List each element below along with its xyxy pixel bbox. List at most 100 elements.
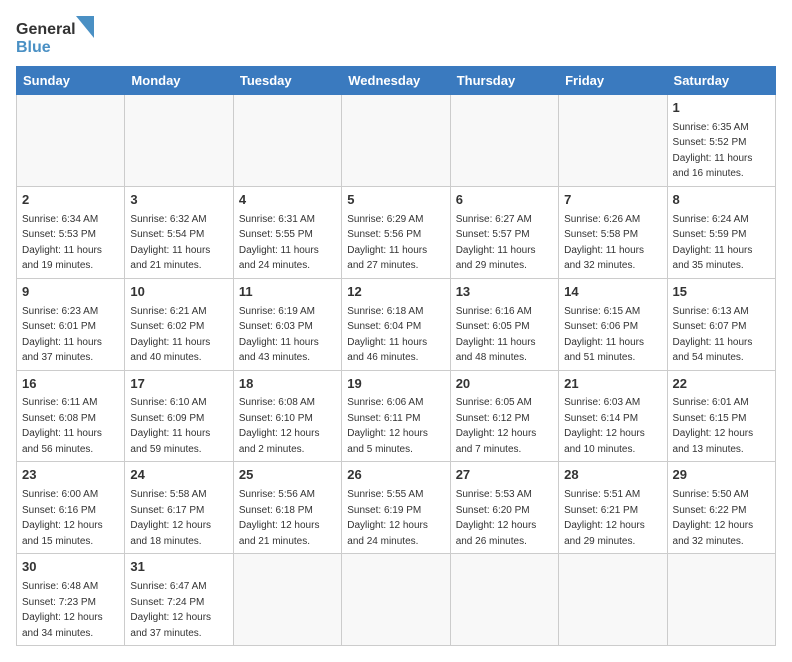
day-number: 14 (564, 283, 661, 302)
calendar-cell (125, 95, 233, 187)
logo: GeneralBlue (16, 16, 96, 56)
day-number: 29 (673, 466, 770, 485)
day-info: Sunrise: 6:26 AM Sunset: 5:58 PM Dayligh… (564, 214, 644, 272)
calendar-week-5: 23 Sunrise: 6:00 AM Sunset: 6:16 PM Dayli… (17, 462, 776, 554)
day-info: Sunrise: 6:10 AM Sunset: 6:09 PM Dayligh… (130, 397, 210, 455)
calendar-week-4: 16 Sunrise: 6:11 AM Sunset: 6:08 PM Dayli… (17, 370, 776, 462)
day-info: Sunrise: 6:00 AM Sunset: 6:16 PM Dayligh… (22, 489, 103, 547)
day-number: 21 (564, 375, 661, 394)
day-info: Sunrise: 5:51 AM Sunset: 6:21 PM Dayligh… (564, 489, 645, 547)
day-header-friday: Friday (559, 67, 667, 95)
day-info: Sunrise: 5:53 AM Sunset: 6:20 PM Dayligh… (456, 489, 537, 547)
calendar-cell: 17 Sunrise: 6:10 AM Sunset: 6:09 PM Dayli… (125, 370, 233, 462)
day-number: 6 (456, 191, 553, 210)
day-info: Sunrise: 6:18 AM Sunset: 6:04 PM Dayligh… (347, 306, 427, 364)
calendar-cell: 27Sunrise: 5:53 AM Sunset: 6:20 PM Dayli… (450, 462, 558, 554)
day-info: Sunrise: 6:03 AM Sunset: 6:14 PM Dayligh… (564, 397, 645, 455)
day-number: 3 (130, 191, 227, 210)
day-info: Sunrise: 5:58 AM Sunset: 6:17 PM Dayligh… (130, 489, 211, 547)
day-number: 25 (239, 466, 336, 485)
calendar-cell: 18Sunrise: 6:08 AM Sunset: 6:10 PM Dayli… (233, 370, 341, 462)
day-number: 2 (22, 191, 119, 210)
day-number: 9 (22, 283, 119, 302)
day-number: 17 (130, 375, 227, 394)
page-header: GeneralBlue (16, 16, 776, 56)
day-number: 11 (239, 283, 336, 302)
day-info: Sunrise: 5:56 AM Sunset: 6:18 PM Dayligh… (239, 489, 320, 547)
calendar-week-3: 9Sunrise: 6:23 AM Sunset: 6:01 PM Daylig… (17, 278, 776, 370)
day-info: Sunrise: 6:31 AM Sunset: 5:55 PM Dayligh… (239, 214, 319, 272)
day-info: Sunrise: 6:32 AM Sunset: 5:54 PM Dayligh… (130, 214, 210, 272)
calendar-table: SundayMondayTuesdayWednesdayThursdayFrid… (16, 66, 776, 646)
day-info: Sunrise: 6:21 AM Sunset: 6:02 PM Dayligh… (130, 306, 210, 364)
calendar-cell (559, 95, 667, 187)
calendar-cell (17, 95, 125, 187)
day-header-sunday: Sunday (17, 67, 125, 95)
calendar-cell: 19 Sunrise: 6:06 AM Sunset: 6:11 PM Dayli… (342, 370, 450, 462)
calendar-cell: 30 Sunrise: 6:48 AM Sunset: 7:23 PM Dayli… (17, 554, 125, 646)
calendar-cell (342, 554, 450, 646)
day-number: 8 (673, 191, 770, 210)
calendar-cell (559, 554, 667, 646)
day-header-monday: Monday (125, 67, 233, 95)
day-number: 18 (239, 375, 336, 394)
day-number: 20 (456, 375, 553, 394)
day-info: Sunrise: 6:06 AM Sunset: 6:11 PM Dayligh… (347, 397, 428, 455)
calendar-cell: 2 Sunrise: 6:34 AM Sunset: 5:53 PM Daylig… (17, 186, 125, 278)
svg-text:General: General (16, 21, 76, 38)
day-number: 31 (130, 558, 227, 577)
day-number: 16 (22, 375, 119, 394)
day-info: Sunrise: 6:24 AM Sunset: 5:59 PM Dayligh… (673, 214, 753, 272)
day-number: 30 (22, 558, 119, 577)
day-info: Sunrise: 6:05 AM Sunset: 6:12 PM Dayligh… (456, 397, 537, 455)
calendar-cell: 8 Sunrise: 6:24 AM Sunset: 5:59 PM Daylig… (667, 186, 775, 278)
day-number: 15 (673, 283, 770, 302)
day-number: 13 (456, 283, 553, 302)
calendar-cell: 28 Sunrise: 5:51 AM Sunset: 6:21 PM Dayli… (559, 462, 667, 554)
day-info: Sunrise: 6:47 AM Sunset: 7:24 PM Dayligh… (130, 581, 211, 639)
calendar-cell: 23 Sunrise: 6:00 AM Sunset: 6:16 PM Dayli… (17, 462, 125, 554)
day-number: 1 (673, 99, 770, 118)
day-info: Sunrise: 6:34 AM Sunset: 5:53 PM Dayligh… (22, 214, 102, 272)
day-info: Sunrise: 6:48 AM Sunset: 7:23 PM Dayligh… (22, 581, 103, 639)
calendar-cell: 6Sunrise: 6:27 AM Sunset: 5:57 PM Daylig… (450, 186, 558, 278)
calendar-cell: 1 Sunrise: 6:35 AM Sunset: 5:52 PM Daylig… (667, 95, 775, 187)
day-number: 7 (564, 191, 661, 210)
day-number: 12 (347, 283, 444, 302)
day-number: 26 (347, 466, 444, 485)
calendar-cell: 24Sunrise: 5:58 AM Sunset: 6:17 PM Dayli… (125, 462, 233, 554)
day-info: Sunrise: 6:15 AM Sunset: 6:06 PM Dayligh… (564, 306, 644, 364)
calendar-cell: 29 Sunrise: 5:50 AM Sunset: 6:22 PM Dayli… (667, 462, 775, 554)
calendar-cell: 14 Sunrise: 6:15 AM Sunset: 6:06 PM Dayli… (559, 278, 667, 370)
calendar-cell: 4Sunrise: 6:31 AM Sunset: 5:55 PM Daylig… (233, 186, 341, 278)
day-info: Sunrise: 6:16 AM Sunset: 6:05 PM Dayligh… (456, 306, 536, 364)
calendar-header-row: SundayMondayTuesdayWednesdayThursdayFrid… (17, 67, 776, 95)
svg-text:Blue: Blue (16, 39, 51, 56)
day-number: 10 (130, 283, 227, 302)
day-number: 5 (347, 191, 444, 210)
day-number: 22 (673, 375, 770, 394)
calendar-cell (450, 554, 558, 646)
calendar-cell: 31 Sunrise: 6:47 AM Sunset: 7:24 PM Dayli… (125, 554, 233, 646)
calendar-cell (667, 554, 775, 646)
day-info: Sunrise: 6:13 AM Sunset: 6:07 PM Dayligh… (673, 306, 753, 364)
calendar-cell (233, 95, 341, 187)
day-info: Sunrise: 6:19 AM Sunset: 6:03 PM Dayligh… (239, 306, 319, 364)
calendar-cell: 9Sunrise: 6:23 AM Sunset: 6:01 PM Daylig… (17, 278, 125, 370)
day-number: 19 (347, 375, 444, 394)
logo-svg: GeneralBlue (16, 16, 96, 56)
calendar-cell: 22Sunrise: 6:01 AM Sunset: 6:15 PM Dayli… (667, 370, 775, 462)
day-header-saturday: Saturday (667, 67, 775, 95)
day-number: 23 (22, 466, 119, 485)
day-info: Sunrise: 6:29 AM Sunset: 5:56 PM Dayligh… (347, 214, 427, 272)
day-info: Sunrise: 6:35 AM Sunset: 5:52 PM Dayligh… (673, 122, 753, 180)
day-info: Sunrise: 5:50 AM Sunset: 6:22 PM Dayligh… (673, 489, 754, 547)
calendar-cell: 3 Sunrise: 6:32 AM Sunset: 5:54 PM Daylig… (125, 186, 233, 278)
day-info: Sunrise: 6:11 AM Sunset: 6:08 PM Dayligh… (22, 397, 102, 455)
calendar-week-2: 2 Sunrise: 6:34 AM Sunset: 5:53 PM Daylig… (17, 186, 776, 278)
calendar-week-1: 1 Sunrise: 6:35 AM Sunset: 5:52 PM Daylig… (17, 95, 776, 187)
calendar-cell: 5 Sunrise: 6:29 AM Sunset: 5:56 PM Daylig… (342, 186, 450, 278)
calendar-cell: 15 Sunrise: 6:13 AM Sunset: 6:07 PM Dayli… (667, 278, 775, 370)
calendar-cell (342, 95, 450, 187)
day-number: 28 (564, 466, 661, 485)
